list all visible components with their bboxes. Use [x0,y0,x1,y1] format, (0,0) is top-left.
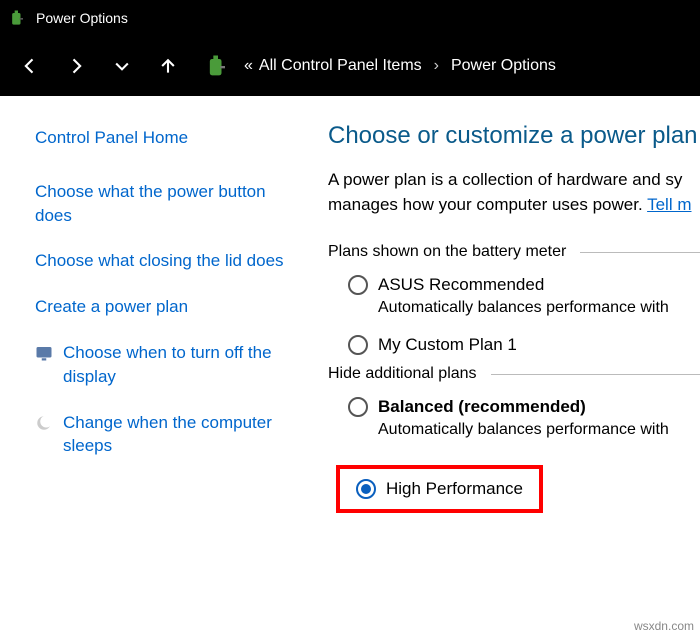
sidebar: Control Panel Home Choose what the power… [0,96,310,637]
main-content: Choose or customize a power plan A power… [310,96,700,637]
plan-name[interactable]: Balanced (recommended) [378,397,586,417]
sidebar-item-close-lid[interactable]: Choose what closing the lid does [35,249,290,273]
plan-description: Automatically balances performance with [378,421,700,439]
sidebar-item-power-button[interactable]: Choose what the power button does [35,180,290,228]
tell-me-more-link[interactable]: Tell m [647,195,691,214]
radio-balanced[interactable] [348,397,368,417]
group-battery-plans: Plans shown on the battery meter [328,243,700,261]
sidebar-item-sleep[interactable]: Change when the computer sleeps [35,411,290,459]
plan-name[interactable]: ASUS Recommended [378,275,544,295]
nav-bar: « All Control Panel Items › Power Option… [0,36,700,96]
monitor-icon [35,344,53,362]
plan-name[interactable]: High Performance [386,479,523,499]
window-title: Power Options [36,10,128,26]
sidebar-item-turn-off-display[interactable]: Choose when to turn off the display [35,341,290,389]
watermark: wsxdn.com [634,619,694,633]
radio-high-performance[interactable] [356,479,376,499]
group-additional-plans[interactable]: Hide additional plans [328,365,700,383]
moon-icon [35,414,53,432]
sidebar-item-create-plan[interactable]: Create a power plan [35,295,290,319]
sidebar-item-label: Choose when to turn off the display [63,341,290,389]
forward-button[interactable] [56,46,96,86]
breadcrumb-chev: « [244,57,253,75]
control-panel-home-link[interactable]: Control Panel Home [35,126,290,150]
title-bar: Power Options [0,0,700,36]
breadcrumb-icon [204,52,232,80]
highlighted-plan: High Performance [336,465,543,513]
page-heading: Choose or customize a power plan [328,122,700,150]
breadcrumb-root[interactable]: All Control Panel Items [259,57,422,75]
breadcrumb-current[interactable]: Power Options [451,57,556,75]
plan-description: Automatically balances performance with [378,299,700,317]
radio-my-custom-plan[interactable] [348,335,368,355]
battery-icon [8,8,28,28]
recent-dropdown[interactable] [102,46,142,86]
back-button[interactable] [10,46,50,86]
up-button[interactable] [148,46,188,86]
breadcrumb-sep: › [434,57,439,75]
plan-name[interactable]: My Custom Plan 1 [378,335,517,355]
radio-asus-recommended[interactable] [348,275,368,295]
sidebar-item-label: Change when the computer sleeps [63,411,290,459]
page-description: A power plan is a collection of hardware… [328,168,700,217]
